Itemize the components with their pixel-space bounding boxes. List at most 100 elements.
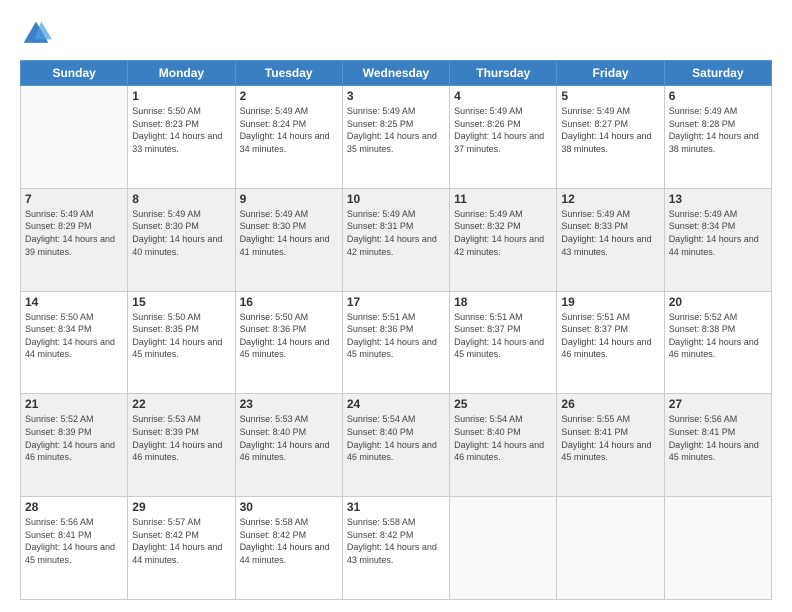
day-header-wednesday: Wednesday [342, 61, 449, 86]
day-info: Sunrise: 5:49 AMSunset: 8:29 PMDaylight:… [25, 208, 123, 258]
day-info: Sunrise: 5:52 AMSunset: 8:39 PMDaylight:… [25, 413, 123, 463]
calendar-day-cell: 9 Sunrise: 5:49 AMSunset: 8:30 PMDaylight… [235, 188, 342, 291]
day-info: Sunrise: 5:50 AMSunset: 8:36 PMDaylight:… [240, 311, 338, 361]
calendar-day-cell: 11Sunrise: 5:49 AMSunset: 8:32 PMDayligh… [450, 188, 557, 291]
day-header-saturday: Saturday [664, 61, 771, 86]
calendar-day-cell: 29Sunrise: 5:57 AMSunset: 8:42 PMDayligh… [128, 497, 235, 600]
calendar-day-cell: 2Sunrise: 5:49 AMSunset: 8:24 PMDaylight… [235, 86, 342, 189]
day-info: Sunrise: 5:49 AMSunset: 8:34 PMDaylight:… [669, 208, 767, 258]
day-number: 29 [132, 500, 230, 514]
calendar-day-cell: 30 Sunrise: 5:58 AMSunset: 8:42 PMDayligh… [235, 497, 342, 600]
day-header-friday: Friday [557, 61, 664, 86]
calendar-day-cell: 10Sunrise: 5:49 AMSunset: 8:31 PMDayligh… [342, 188, 449, 291]
calendar-day-cell [664, 497, 771, 600]
day-number: 14 [25, 295, 123, 309]
day-info: Sunrise: 5:56 AMSunset: 8:41 PMDaylight:… [669, 413, 767, 463]
day-number: 3 [347, 89, 445, 103]
day-info: Sunrise: 5:51 AMSunset: 8:36 PMDaylight:… [347, 311, 445, 361]
day-number: 4 [454, 89, 552, 103]
calendar-day-cell: 21 Sunrise: 5:52 AMSunset: 8:39 PMDayligh… [21, 394, 128, 497]
calendar-day-cell: 17 Sunrise: 5:51 AMSunset: 8:36 PMDayligh… [342, 291, 449, 394]
calendar-day-cell: 8 Sunrise: 5:49 AMSunset: 8:30 PMDaylight… [128, 188, 235, 291]
day-number: 24 [347, 397, 445, 411]
day-number: 30 [240, 500, 338, 514]
calendar-day-cell: 20Sunrise: 5:52 AMSunset: 8:38 PMDayligh… [664, 291, 771, 394]
day-number: 8 [132, 192, 230, 206]
day-header-tuesday: Tuesday [235, 61, 342, 86]
logo-icon [20, 18, 52, 50]
day-number: 22 [132, 397, 230, 411]
calendar-day-cell: 5 Sunrise: 5:49 AMSunset: 8:27 PMDaylight… [557, 86, 664, 189]
day-info: Sunrise: 5:49 AMSunset: 8:30 PMDaylight:… [240, 208, 338, 258]
calendar-table: SundayMondayTuesdayWednesdayThursdayFrid… [20, 60, 772, 600]
calendar-day-cell: 26 Sunrise: 5:55 AMSunset: 8:41 PMDayligh… [557, 394, 664, 497]
calendar-day-cell: 3 Sunrise: 5:49 AMSunset: 8:25 PMDaylight… [342, 86, 449, 189]
calendar-week-row: 21 Sunrise: 5:52 AMSunset: 8:39 PMDayligh… [21, 394, 772, 497]
day-info: Sunrise: 5:49 AMSunset: 8:30 PMDaylight:… [132, 208, 230, 258]
header [20, 18, 772, 50]
day-info: Sunrise: 5:49 AMSunset: 8:31 PMDaylight:… [347, 208, 445, 258]
calendar-day-cell: 6 Sunrise: 5:49 AMSunset: 8:28 PMDaylight… [664, 86, 771, 189]
calendar-day-cell: 19Sunrise: 5:51 AMSunset: 8:37 PMDayligh… [557, 291, 664, 394]
calendar-day-cell: 31 Sunrise: 5:58 AMSunset: 8:42 PMDayligh… [342, 497, 449, 600]
day-info: Sunrise: 5:49 AMSunset: 8:32 PMDaylight:… [454, 208, 552, 258]
day-number: 7 [25, 192, 123, 206]
day-info: Sunrise: 5:49 AMSunset: 8:25 PMDaylight:… [347, 105, 445, 155]
day-info: Sunrise: 5:58 AMSunset: 8:42 PMDaylight:… [347, 516, 445, 566]
day-number: 5 [561, 89, 659, 103]
logo [20, 18, 56, 50]
day-number: 31 [347, 500, 445, 514]
calendar-week-row: 7 Sunrise: 5:49 AMSunset: 8:29 PMDaylight… [21, 188, 772, 291]
calendar-day-cell: 16 Sunrise: 5:50 AMSunset: 8:36 PMDayligh… [235, 291, 342, 394]
calendar-week-row: 28 Sunrise: 5:56 AMSunset: 8:41 PMDayligh… [21, 497, 772, 600]
day-info: Sunrise: 5:49 AMSunset: 8:24 PMDaylight:… [240, 105, 338, 155]
day-number: 1 [132, 89, 230, 103]
day-info: Sunrise: 5:49 AMSunset: 8:27 PMDaylight:… [561, 105, 659, 155]
day-info: Sunrise: 5:49 AMSunset: 8:26 PMDaylight:… [454, 105, 552, 155]
day-info: Sunrise: 5:49 AMSunset: 8:33 PMDaylight:… [561, 208, 659, 258]
day-number: 17 [347, 295, 445, 309]
calendar-day-cell: 15 Sunrise: 5:50 AMSunset: 8:35 PMDayligh… [128, 291, 235, 394]
calendar-day-cell [21, 86, 128, 189]
calendar-day-cell: 1 Sunrise: 5:50 AMSunset: 8:23 PMDaylight… [128, 86, 235, 189]
day-info: Sunrise: 5:55 AMSunset: 8:41 PMDaylight:… [561, 413, 659, 463]
calendar-day-cell: 27 Sunrise: 5:56 AMSunset: 8:41 PMDayligh… [664, 394, 771, 497]
page-container: SundayMondayTuesdayWednesdayThursdayFrid… [0, 0, 792, 612]
day-number: 6 [669, 89, 767, 103]
calendar-day-cell: 7 Sunrise: 5:49 AMSunset: 8:29 PMDaylight… [21, 188, 128, 291]
day-number: 9 [240, 192, 338, 206]
calendar-week-row: 1 Sunrise: 5:50 AMSunset: 8:23 PMDaylight… [21, 86, 772, 189]
calendar-day-cell: 18 Sunrise: 5:51 AMSunset: 8:37 PMDayligh… [450, 291, 557, 394]
day-number: 21 [25, 397, 123, 411]
calendar-day-cell: 25Sunrise: 5:54 AMSunset: 8:40 PMDayligh… [450, 394, 557, 497]
day-info: Sunrise: 5:54 AMSunset: 8:40 PMDaylight:… [454, 413, 552, 463]
day-info: Sunrise: 5:53 AMSunset: 8:39 PMDaylight:… [132, 413, 230, 463]
day-info: Sunrise: 5:49 AMSunset: 8:28 PMDaylight:… [669, 105, 767, 155]
day-number: 16 [240, 295, 338, 309]
day-number: 20 [669, 295, 767, 309]
calendar-day-cell: 24 Sunrise: 5:54 AMSunset: 8:40 PMDayligh… [342, 394, 449, 497]
day-number: 26 [561, 397, 659, 411]
calendar-day-cell: 14Sunrise: 5:50 AMSunset: 8:34 PMDayligh… [21, 291, 128, 394]
calendar-header-row: SundayMondayTuesdayWednesdayThursdayFrid… [21, 61, 772, 86]
day-info: Sunrise: 5:50 AMSunset: 8:35 PMDaylight:… [132, 311, 230, 361]
day-number: 13 [669, 192, 767, 206]
calendar-day-cell [557, 497, 664, 600]
calendar-day-cell: 28 Sunrise: 5:56 AMSunset: 8:41 PMDayligh… [21, 497, 128, 600]
calendar-day-cell: 23Sunrise: 5:53 AMSunset: 8:40 PMDayligh… [235, 394, 342, 497]
day-number: 27 [669, 397, 767, 411]
day-info: Sunrise: 5:50 AMSunset: 8:23 PMDaylight:… [132, 105, 230, 155]
day-info: Sunrise: 5:56 AMSunset: 8:41 PMDaylight:… [25, 516, 123, 566]
day-info: Sunrise: 5:58 AMSunset: 8:42 PMDaylight:… [240, 516, 338, 566]
day-info: Sunrise: 5:51 AMSunset: 8:37 PMDaylight:… [561, 311, 659, 361]
calendar-day-cell: 13 Sunrise: 5:49 AMSunset: 8:34 PMDayligh… [664, 188, 771, 291]
calendar-day-cell: 4 Sunrise: 5:49 AMSunset: 8:26 PMDaylight… [450, 86, 557, 189]
calendar-week-row: 14Sunrise: 5:50 AMSunset: 8:34 PMDayligh… [21, 291, 772, 394]
calendar-day-cell: 12Sunrise: 5:49 AMSunset: 8:33 PMDayligh… [557, 188, 664, 291]
day-number: 28 [25, 500, 123, 514]
day-number: 18 [454, 295, 552, 309]
day-number: 15 [132, 295, 230, 309]
day-info: Sunrise: 5:54 AMSunset: 8:40 PMDaylight:… [347, 413, 445, 463]
day-header-thursday: Thursday [450, 61, 557, 86]
day-info: Sunrise: 5:51 AMSunset: 8:37 PMDaylight:… [454, 311, 552, 361]
